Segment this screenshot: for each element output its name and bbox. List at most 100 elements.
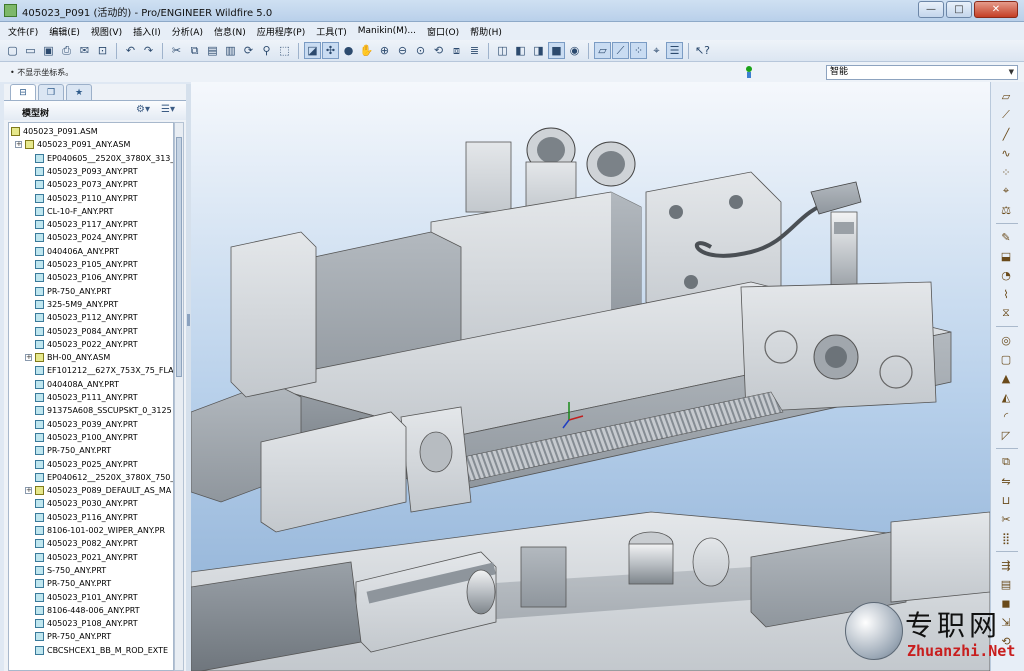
- tree-item[interactable]: 405023_P111_ANY.PRT: [35, 391, 138, 404]
- datum-axis-icon[interactable]: ╱: [998, 126, 1014, 142]
- layers-icon[interactable]: ≣: [466, 42, 483, 59]
- tab-folder-browser[interactable]: ❒: [38, 84, 64, 100]
- close-button[interactable]: ✕: [974, 1, 1018, 18]
- spin-center-icon[interactable]: ✣: [322, 42, 339, 59]
- scrollbar-thumb[interactable]: [176, 137, 182, 377]
- pan-icon[interactable]: ✋: [358, 42, 375, 59]
- model-tree-scrollbar[interactable]: [174, 122, 184, 671]
- copy-icon[interactable]: ⧉: [186, 42, 203, 59]
- email-icon[interactable]: ✉: [76, 42, 93, 59]
- graphics-viewport[interactable]: [191, 82, 990, 671]
- extrude-icon[interactable]: ⬓: [998, 248, 1014, 264]
- thicken-icon[interactable]: ▤: [998, 576, 1014, 592]
- datum-plane-icon[interactable]: ▱: [998, 88, 1014, 104]
- tree-item[interactable]: 405023_P039_ANY.PRT: [35, 418, 138, 431]
- refit-icon[interactable]: ⊙: [412, 42, 429, 59]
- tree-item[interactable]: 405023_P116_ANY.PRT: [35, 511, 138, 524]
- hole-icon[interactable]: ◎: [998, 332, 1014, 348]
- tree-item[interactable]: 405023_P117_ANY.PRT: [35, 218, 138, 231]
- tree-item[interactable]: 040406A_ANY.PRT: [35, 245, 119, 258]
- round-icon[interactable]: ◜: [998, 408, 1014, 424]
- context-help-icon[interactable]: ↖?: [694, 42, 711, 59]
- tree-item[interactable]: 405023_P110_ANY.PRT: [35, 192, 138, 205]
- menu-applications[interactable]: 应用程序(P): [257, 25, 305, 38]
- tree-item[interactable]: 405023_P024_ANY.PRT: [35, 231, 138, 244]
- datum-axes-icon[interactable]: ⟋: [612, 42, 629, 59]
- tree-item[interactable]: + BH-00_ANY.ASM: [25, 351, 110, 364]
- tree-item[interactable]: 325-5M9_ANY.PRT: [35, 298, 118, 311]
- minimize-button[interactable]: —: [918, 1, 944, 18]
- tree-item[interactable]: 405023_P025_ANY.PRT: [35, 458, 138, 471]
- menu-help[interactable]: 帮助(H): [470, 25, 502, 38]
- print-icon[interactable]: ⎙: [58, 42, 75, 59]
- expand-icon[interactable]: +: [15, 141, 22, 149]
- tree-item[interactable]: 405023_P084_ANY.PRT: [35, 325, 138, 338]
- tree-item[interactable]: 405023_P105_ANY.PRT: [35, 258, 138, 271]
- tree-item[interactable]: S-750_ANY.PRT: [35, 564, 106, 577]
- rib-icon[interactable]: ▲: [998, 370, 1014, 386]
- selection-filter-select[interactable]: 智能 ▼: [826, 65, 1018, 80]
- menu-info[interactable]: 信息(N): [214, 25, 246, 38]
- select-box-icon[interactable]: ⬚: [276, 42, 293, 59]
- coordinate-systems-icon[interactable]: ⌖: [648, 42, 665, 59]
- tree-item[interactable]: PR-750_ANY.PRT: [35, 630, 111, 643]
- pattern-icon[interactable]: ⣿: [998, 530, 1014, 546]
- tree-item[interactable]: CL-10-F_ANY.PRT: [35, 205, 113, 218]
- tree-item[interactable]: EP040605__2520X_3780X_313_: [35, 152, 173, 165]
- menu-analysis[interactable]: 分析(A): [172, 25, 203, 38]
- repaint-icon[interactable]: ◪: [304, 42, 321, 59]
- tree-item[interactable]: 405023_P091.ASM: [11, 125, 98, 138]
- menu-file[interactable]: 文件(F): [8, 25, 38, 38]
- tree-item[interactable]: CBCSHCEX1_BB_M_ROD_EXTE: [35, 644, 168, 657]
- regenerate-icon[interactable]: ⟳: [240, 42, 257, 59]
- tree-item[interactable]: 405023_P093_ANY.PRT: [35, 165, 138, 178]
- tree-item[interactable]: 405023_P112_ANY.PRT: [35, 311, 138, 324]
- datum-point-icon[interactable]: ⁘: [998, 164, 1014, 180]
- draft-icon[interactable]: ◭: [998, 389, 1014, 405]
- paste-special-icon[interactable]: ▥: [222, 42, 239, 59]
- menu-insert[interactable]: 插入(I): [133, 25, 161, 38]
- menu-manikin[interactable]: Manikin(M)...: [358, 26, 416, 36]
- hidden-line-icon[interactable]: ◧: [512, 42, 529, 59]
- blend-icon[interactable]: ⧖: [998, 305, 1014, 321]
- saved-views-icon[interactable]: ⧈: [448, 42, 465, 59]
- tree-item[interactable]: +405023_P089_DEFAULT_AS_MA: [25, 484, 171, 497]
- expand-icon[interactable]: +: [25, 354, 32, 362]
- open-icon[interactable]: ▭: [22, 42, 39, 59]
- tree-item[interactable]: PR-750_ANY.PRT: [35, 444, 111, 457]
- tree-item[interactable]: 405023_P082_ANY.PRT: [35, 537, 138, 550]
- tree-item[interactable]: EP040612__2520X_3780X_750_: [35, 471, 173, 484]
- expand-icon[interactable]: +: [25, 487, 32, 495]
- tree-item[interactable]: 405023_P022_ANY.PRT: [35, 338, 138, 351]
- tree-item[interactable]: 405023_P021_ANY.PRT: [35, 551, 138, 564]
- tree-show-icon[interactable]: ☰▾: [161, 104, 175, 115]
- shading-icon[interactable]: ■: [548, 42, 565, 59]
- csys-icon[interactable]: ⌖: [998, 183, 1014, 199]
- revolve-icon[interactable]: ◔: [998, 267, 1014, 283]
- reorient-icon[interactable]: ⟲: [430, 42, 447, 59]
- merge-icon[interactable]: ⊔: [998, 492, 1014, 508]
- tree-item[interactable]: +405023_P091_ANY.ASM: [15, 138, 130, 151]
- tree-item[interactable]: PR-750_ANY.PRT: [35, 577, 111, 590]
- undo-icon[interactable]: ↶: [122, 42, 139, 59]
- tab-favorites[interactable]: ★: [66, 84, 92, 100]
- tree-item[interactable]: 8106-448-006_ANY.PRT: [35, 604, 140, 617]
- menu-edit[interactable]: 编辑(E): [49, 25, 80, 38]
- offset-icon[interactable]: ⇶: [998, 557, 1014, 573]
- copy-icon[interactable]: ⧉: [998, 454, 1014, 470]
- shell-icon[interactable]: ▢: [998, 351, 1014, 367]
- tree-item[interactable]: 91375A608_SSCUPSKT_0_3125: [35, 404, 172, 417]
- annotations-icon[interactable]: ☰: [666, 42, 683, 59]
- tree-item[interactable]: 040408A_ANY.PRT: [35, 378, 119, 391]
- sweep-icon[interactable]: ⌇: [998, 286, 1014, 302]
- send-icon[interactable]: ⊡: [94, 42, 111, 59]
- new-icon[interactable]: ▢: [4, 42, 21, 59]
- tree-item[interactable]: EF101212__627X_753X_75_FLA: [35, 364, 173, 377]
- menu-tools[interactable]: 工具(T): [316, 25, 347, 38]
- tree-settings-icon[interactable]: ⚙▾: [136, 104, 150, 115]
- paste-icon[interactable]: ▤: [204, 42, 221, 59]
- zoom-in-icon[interactable]: ⊕: [376, 42, 393, 59]
- trim-icon[interactable]: ✂: [998, 511, 1014, 527]
- mirror-icon[interactable]: ⇋: [998, 473, 1014, 489]
- datum-points-icon[interactable]: ⁘: [630, 42, 647, 59]
